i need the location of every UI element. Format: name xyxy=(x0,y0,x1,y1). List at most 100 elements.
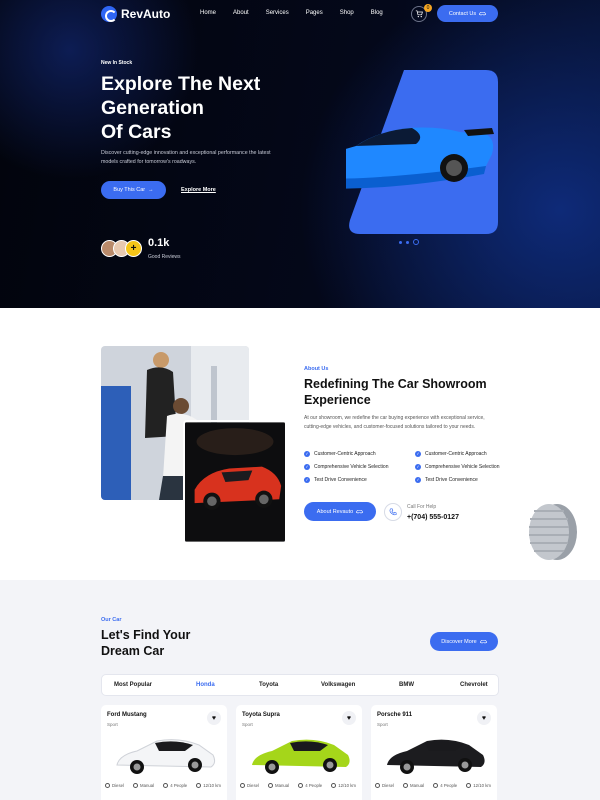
discover-more-button[interactable]: Discover More xyxy=(430,632,498,651)
tab-toyota[interactable]: Toyota xyxy=(259,682,278,688)
gear-icon xyxy=(268,783,274,788)
arrow-right-icon: → xyxy=(148,187,154,193)
car-icon xyxy=(479,11,486,16)
feature-item: ✓ Comprehensive Vehicle Selection xyxy=(415,464,505,470)
reviewer-avatars: + xyxy=(101,240,142,257)
about-eyebrow: About Us xyxy=(304,366,329,372)
car-icon xyxy=(356,509,363,514)
spec-transmission: Manual xyxy=(403,783,424,788)
explore-more-link[interactable]: Explore More xyxy=(181,187,216,193)
people-icon xyxy=(163,783,169,788)
nav-item-services[interactable]: Services xyxy=(266,10,289,16)
hero-title-line-1: Explore The Next xyxy=(101,73,261,95)
reviews-count: 0.1k xyxy=(148,237,170,249)
spec-transmission: Manual xyxy=(268,783,289,788)
tire-decoration xyxy=(529,504,577,560)
carousel-dot[interactable] xyxy=(399,240,402,244)
check-icon: ✓ xyxy=(304,451,310,457)
cart-count-badge: 0 xyxy=(424,4,432,12)
gear-icon xyxy=(403,783,409,788)
cars-title-line-2: Dream Car xyxy=(101,644,165,658)
feature-label: Customer-Centric Approach xyxy=(314,451,376,457)
spec-seats: 4 People xyxy=(163,783,187,788)
nav-item-pages[interactable]: Pages xyxy=(306,10,323,16)
red-sports-car-photo xyxy=(183,420,287,544)
check-icon: ✓ xyxy=(415,477,421,483)
car-card[interactable]: Ford Mustang Sport ♥ Diesel Manual 4 Peo… xyxy=(101,705,227,800)
tab-bmw[interactable]: BMW xyxy=(399,682,414,688)
gauge-icon xyxy=(196,783,202,788)
check-icon: ✓ xyxy=(415,464,421,470)
nav-item-about[interactable]: About xyxy=(233,10,249,16)
contact-us-label: Contact Us xyxy=(448,10,477,17)
about-revauto-label: About Revauto xyxy=(316,508,354,515)
car-specs: Diesel Manual 4 People 12/10 km xyxy=(105,783,227,788)
reviews-label: Good Reviews xyxy=(148,254,181,260)
gauge-icon xyxy=(466,783,472,788)
people-icon xyxy=(433,783,439,788)
tab-honda[interactable]: Honda xyxy=(196,682,215,688)
cars-eyebrow: Our Car xyxy=(101,617,122,623)
nav-item-shop[interactable]: Shop xyxy=(340,10,354,16)
tab-most-popular[interactable]: Most Popular xyxy=(114,682,152,688)
gauge-icon xyxy=(331,783,337,788)
car-specs: Diesel Manual 4 People 12/10 km xyxy=(240,783,362,788)
feature-item: ✓ Test Drive Convenience xyxy=(304,477,415,483)
tab-chevrolet[interactable]: Chevrolet xyxy=(460,682,488,688)
discover-more-label: Discover More xyxy=(441,638,477,645)
phone-glyph xyxy=(389,508,397,516)
feature-label: Test Drive Convenience xyxy=(314,477,367,483)
car-name: Ford Mustang xyxy=(107,712,147,718)
spec-fuel: Diesel xyxy=(375,783,394,788)
car-card[interactable]: Porsche 911 Sport ♥ Diesel Manual 4 Peop… xyxy=(371,705,497,800)
spec-seats: 4 People xyxy=(433,783,457,788)
contact-us-button[interactable]: Contact Us xyxy=(437,5,498,22)
cart-icon xyxy=(415,10,423,18)
carousel-dot[interactable] xyxy=(406,240,409,244)
about-revauto-button[interactable]: About Revauto xyxy=(304,502,376,521)
plus-icon[interactable]: + xyxy=(125,240,142,257)
fuel-icon xyxy=(105,783,110,788)
fuel-icon xyxy=(375,783,380,788)
carousel-dot-active[interactable] xyxy=(413,239,419,245)
car-card[interactable]: Toyota Supra Sport ♥ Diesel Manual 4 Peo… xyxy=(236,705,362,800)
nav-item-home[interactable]: Home xyxy=(200,10,216,16)
call-phone-number[interactable]: +(704) 555-0127 xyxy=(407,514,459,521)
car-image xyxy=(116,739,216,774)
feature-label: Comprehensive Vehicle Selection xyxy=(314,464,389,470)
brand-name: RevAuto xyxy=(121,7,171,21)
nav-item-blog[interactable]: Blog xyxy=(371,10,383,16)
cars-title-line-1: Let's Find Your xyxy=(101,628,191,642)
check-icon: ✓ xyxy=(415,451,421,457)
people-icon xyxy=(298,783,304,788)
heart-icon[interactable]: ♥ xyxy=(207,711,221,725)
cart-button[interactable]: 0 xyxy=(411,4,432,22)
spec-mileage: 12/10 km xyxy=(466,783,491,788)
logo-icon xyxy=(101,6,117,22)
spec-transmission: Manual xyxy=(133,783,154,788)
tab-volkswagen[interactable]: Volkswagen xyxy=(321,682,355,688)
heart-icon[interactable]: ♥ xyxy=(477,711,491,725)
about-title: Redefining The Car Showroom Experience xyxy=(304,377,487,407)
hero-title-line-3: Of Cars xyxy=(101,121,172,143)
buy-this-car-button[interactable]: Buy This Car → xyxy=(101,181,166,199)
phone-icon[interactable] xyxy=(384,503,402,521)
feature-item: ✓ Customer-Centric Approach xyxy=(304,451,415,457)
car-specs: Diesel Manual 4 People 12/10 km xyxy=(375,783,497,788)
call-for-help-label: Call For Help xyxy=(407,504,437,510)
check-icon: ✓ xyxy=(304,464,310,470)
spec-seats: 4 People xyxy=(298,783,322,788)
heart-icon[interactable]: ♥ xyxy=(342,711,356,725)
brand-logo[interactable]: RevAuto xyxy=(101,6,170,22)
hero-car-showcase xyxy=(346,70,498,234)
feature-item: ✓ Customer-Centric Approach xyxy=(415,451,505,457)
hero-title: Explore The Next Generation Of Cars xyxy=(101,72,301,144)
hero-section: RevAuto Home About Services Pages Shop B… xyxy=(0,0,600,308)
car-image xyxy=(252,739,350,774)
car-icon xyxy=(479,639,487,644)
feature-item: ✓ Comprehensive Vehicle Selection xyxy=(304,464,415,470)
spec-fuel: Diesel xyxy=(240,783,259,788)
about-description: At our showroom, we redefine the car buy… xyxy=(304,415,485,430)
buy-this-car-label: Buy This Car xyxy=(113,187,146,193)
check-icon: ✓ xyxy=(304,477,310,483)
